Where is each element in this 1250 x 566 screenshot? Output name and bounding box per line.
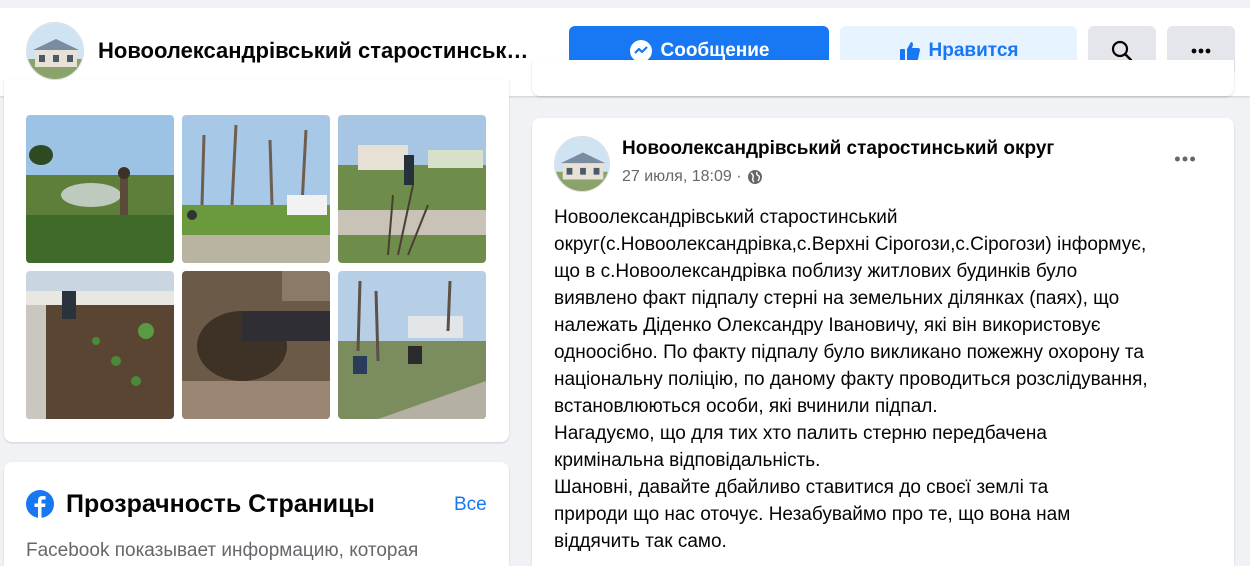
facebook-logo-icon	[26, 490, 54, 518]
post-options-button[interactable]	[1172, 146, 1198, 177]
more-horizontal-icon	[1174, 156, 1196, 162]
post-meta: 27 июля, 18:09 ·	[622, 168, 763, 186]
transparency-title: Прозрачность Страницы	[66, 490, 375, 518]
message-label: Сообщение	[660, 40, 770, 61]
globe-icon	[747, 170, 762, 184]
photo-yard-bush[interactable]	[338, 115, 486, 263]
thumbs-up-icon	[899, 42, 920, 61]
photo-square-trees[interactable]	[338, 271, 486, 419]
transparency-card: Прозрачность Страницы Все Facebook показ…	[4, 462, 509, 566]
post-author-avatar[interactable]	[554, 136, 610, 192]
post-date[interactable]: 27 июля, 18:09 ·	[622, 168, 742, 186]
transparency-description: Facebook показывает информацию, которая	[26, 540, 419, 561]
photo-garden-beds[interactable]	[26, 271, 174, 419]
post-text: Новоолександрівський старостинський окру…	[554, 207, 1148, 552]
page-avatar[interactable]	[26, 22, 84, 80]
photo-digging[interactable]	[182, 271, 330, 419]
previous-post-card	[532, 60, 1234, 96]
photo-orchard[interactable]	[182, 115, 330, 263]
photos-card	[4, 80, 509, 442]
post-author-name[interactable]: Новоолександрівський старостинський окру…	[622, 138, 1054, 160]
post-card: Новоолександрівський старостинський окру…	[532, 118, 1234, 566]
photo-field-burn[interactable]	[26, 115, 174, 263]
transparency-see-all-link[interactable]: Все	[454, 494, 487, 516]
page-title[interactable]: Новоолександрівський старостинськ…	[98, 38, 548, 64]
like-label: Нравится	[928, 40, 1019, 61]
